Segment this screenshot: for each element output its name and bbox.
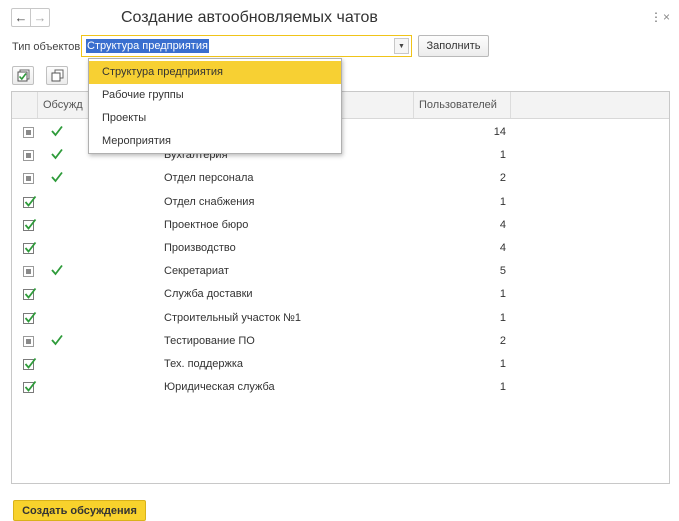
create-discussions-button[interactable]: Создать обсуждения xyxy=(13,500,146,521)
row-checkbox-checked[interactable] xyxy=(23,195,37,208)
more-options-icon[interactable]: ⋮ xyxy=(650,10,662,24)
object-type-dropdown: Структура предприятия Рабочие группы Проек… xyxy=(88,58,342,154)
discussion-exists-icon xyxy=(50,170,64,184)
object-type-label: Тип объектов: xyxy=(12,41,84,53)
window-title: Создание автообновляемых чатов xyxy=(121,9,378,26)
dropdown-toggle-button[interactable]: ▼ xyxy=(394,38,409,54)
close-icon[interactable]: × xyxy=(663,10,670,24)
row-checkbox-checked[interactable] xyxy=(23,218,37,231)
row-name: Тестирование ПО xyxy=(164,334,255,347)
fill-button[interactable]: Заполнить xyxy=(418,35,489,57)
uncheck-all-button[interactable] xyxy=(46,66,68,85)
chevron-down-icon: ▼ xyxy=(398,42,405,50)
row-checkbox-checked[interactable] xyxy=(23,381,37,394)
row-users-count: 4 xyxy=(499,242,506,254)
row-users-count: 2 xyxy=(499,334,506,347)
row-users-count: 1 xyxy=(499,311,506,324)
row-users-count: 4 xyxy=(499,218,506,231)
row-checkbox-checked[interactable] xyxy=(23,357,37,370)
row-users-count: 2 xyxy=(499,172,506,185)
discussion-exists-icon xyxy=(50,124,64,138)
checkmark-icon xyxy=(24,357,37,369)
row-name: Отдел персонала xyxy=(164,172,254,185)
object-type-value[interactable]: Структура предприятия xyxy=(86,39,209,53)
row-users-count: 1 xyxy=(499,195,506,208)
checkmark-icon xyxy=(24,288,37,300)
row-users-count: 1 xyxy=(499,288,506,301)
discussion-exists-icon xyxy=(50,147,64,161)
header-users[interactable]: Пользователей xyxy=(414,92,511,118)
table-row[interactable]: Тестирование ПО 2 xyxy=(12,331,669,354)
table-row[interactable]: Служба доставки 1 xyxy=(12,284,669,307)
forward-button[interactable]: → xyxy=(30,8,50,27)
discussion-exists-icon xyxy=(50,333,64,347)
checkmark-icon xyxy=(24,381,37,393)
row-checkbox-partial[interactable] xyxy=(23,266,34,278)
check-all-button[interactable] xyxy=(12,66,34,85)
table-row[interactable]: Отдел снабжения 1 xyxy=(12,192,669,215)
table-row[interactable]: Строительный участок №1 1 xyxy=(12,308,669,331)
row-users-count: 14 xyxy=(493,126,506,138)
row-name: Тех. поддержка xyxy=(164,358,244,370)
row-checkbox-partial[interactable] xyxy=(23,173,34,185)
row-name: Служба доставки xyxy=(164,288,253,301)
uncheck-all-icon xyxy=(51,69,63,82)
row-name: Отдел снабжения xyxy=(164,195,255,208)
row-name: Юридическая служба xyxy=(164,381,275,394)
table-row[interactable]: Отдел персонала 2 xyxy=(12,168,669,191)
arrow-right-icon: → xyxy=(33,10,47,25)
dropdown-item[interactable]: Структура предприятия xyxy=(89,61,341,84)
table-row[interactable]: Тех. поддержка 1 xyxy=(12,354,669,377)
table-row[interactable]: Производство 4 xyxy=(12,238,669,261)
checkmark-icon xyxy=(24,311,37,323)
table-row[interactable]: Юридическая служба 1 xyxy=(12,377,669,400)
row-name: Строительный участок №1 xyxy=(164,311,302,324)
row-checkbox-partial[interactable] xyxy=(23,127,34,138)
row-users-count: 5 xyxy=(499,265,506,278)
table-row[interactable]: Секретариат 5 xyxy=(12,261,669,284)
row-checkbox-partial[interactable] xyxy=(23,335,34,347)
row-name: Секретариат xyxy=(164,265,229,278)
object-type-combobox[interactable]: Структура предприятия ▼ xyxy=(81,35,412,57)
checkmark-icon xyxy=(24,195,37,207)
dropdown-item[interactable]: Рабочие группы xyxy=(89,84,341,107)
back-button[interactable]: ← xyxy=(11,8,31,27)
row-checkbox-checked[interactable] xyxy=(23,288,37,301)
row-checkbox-checked[interactable] xyxy=(23,311,37,324)
checkmark-icon xyxy=(24,241,37,253)
arrow-left-icon: ← xyxy=(14,10,28,25)
dropdown-item[interactable]: Мероприятия xyxy=(89,130,341,153)
row-name: Производство xyxy=(164,242,236,254)
dropdown-item[interactable]: Проекты xyxy=(89,107,341,130)
row-users-count: 1 xyxy=(499,149,506,162)
discussion-exists-icon xyxy=(50,263,64,277)
row-name: Проектное бюро xyxy=(164,218,249,231)
row-users-count: 1 xyxy=(499,381,506,394)
header-checkbox-cell xyxy=(12,92,38,118)
check-all-icon xyxy=(17,69,29,82)
row-users-count: 1 xyxy=(499,358,506,370)
checkmark-icon xyxy=(24,218,37,230)
row-checkbox-partial[interactable] xyxy=(23,150,34,162)
row-checkbox-checked[interactable] xyxy=(23,241,37,254)
table-row[interactable]: Проектное бюро 4 xyxy=(12,215,669,238)
